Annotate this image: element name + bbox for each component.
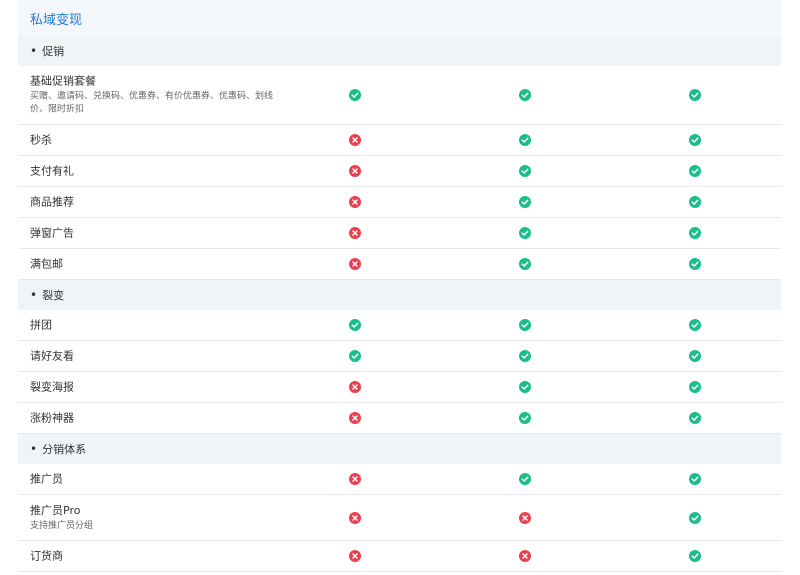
feature-row: 商品推荐 (18, 187, 781, 218)
check-icon (689, 196, 701, 208)
feature-label: 基础促销套餐买赠、邀请码、兑换码、优惠券、有价优惠券、优惠码、划线价、限时折扣 (30, 74, 275, 117)
cross-icon (349, 258, 361, 270)
panel-title-text: 私域变现 (30, 12, 83, 28)
check-icon (519, 227, 531, 239)
cross-icon (349, 196, 361, 208)
cross-icon (519, 511, 531, 524)
check-icon (519, 412, 531, 424)
feature-label: 弹窗广告 (30, 226, 275, 241)
check-icon (349, 350, 361, 362)
feature-label: 拼团 (30, 318, 275, 333)
cross-icon (519, 550, 531, 562)
feature-row: 涨粉神器 (18, 403, 781, 434)
section-header: • 分销体系 (18, 434, 781, 464)
cross-icon (349, 134, 361, 146)
feature-label: 涨粉神器 (30, 411, 275, 426)
check-icon (519, 258, 531, 270)
feature-label: 推广员 (30, 472, 275, 487)
feature-name: 满包邮 (30, 257, 63, 271)
feature-name: 涨粉神器 (30, 411, 74, 425)
check-icon (689, 165, 701, 177)
check-icon (689, 227, 701, 239)
check-icon (519, 381, 531, 393)
check-icon (689, 134, 701, 146)
feature-row: 裂变海报 (18, 372, 781, 403)
check-icon (689, 473, 701, 485)
feature-row: 支付有礼 (18, 156, 781, 187)
section-header: • 裂变 (18, 280, 781, 310)
feature-label: 裂变海报 (30, 380, 275, 395)
cross-icon (349, 165, 361, 177)
section-title: 促销 (42, 45, 65, 58)
check-icon (519, 196, 531, 208)
cross-icon (349, 511, 361, 524)
feature-name: 基础促销套餐 (30, 74, 96, 88)
check-icon (519, 350, 531, 362)
panel-title: 私域变现 (18, 0, 781, 36)
check-icon (689, 350, 701, 362)
check-icon (519, 165, 531, 177)
feature-description: 支持推广员分组 (30, 520, 94, 531)
feature-row: 订货商 (18, 541, 781, 572)
section-title: 分销体系 (42, 443, 87, 456)
feature-name: 弹窗广告 (30, 226, 74, 240)
feature-label: 请好友看 (30, 349, 275, 364)
feature-row: 基础促销套餐买赠、邀请码、兑换码、优惠券、有价优惠券、优惠码、划线价、限时折扣 (18, 66, 781, 125)
cross-icon (349, 550, 361, 562)
feature-label: 订货商 (30, 549, 275, 564)
check-icon (349, 89, 361, 101)
feature-name: 拼团 (30, 318, 52, 332)
feature-row: 请好友看 (18, 341, 781, 372)
feature-label: 满包邮 (30, 257, 275, 272)
feature-table: • 促销基础促销套餐买赠、邀请码、兑换码、优惠券、有价优惠券、优惠码、划线价、限时… (18, 36, 781, 572)
feature-name: 商品推荐 (30, 195, 74, 209)
section-title: 裂变 (42, 289, 65, 302)
feature-label: 支付有礼 (30, 164, 275, 179)
feature-name: 裂变海报 (30, 380, 74, 394)
feature-comparison-panel: 私域变现 • 促销基础促销套餐买赠、邀请码、兑换码、优惠券、有价优惠券、优惠码、划… (18, 0, 781, 575)
feature-name: 推广员Pro (30, 503, 81, 517)
section-header: • 促销 (18, 36, 781, 66)
check-icon (689, 89, 701, 101)
check-icon (519, 134, 531, 146)
feature-name: 秒杀 (30, 133, 52, 147)
feature-description: 买赠、邀请码、兑换码、优惠券、有价优惠券、优惠码、划线价、限时折扣 (30, 91, 274, 115)
feature-row: 推广员 (18, 464, 781, 495)
feature-name: 请好友看 (30, 349, 74, 363)
check-icon (519, 319, 531, 331)
feature-label: 推广员Pro 支持推广员分组 (30, 503, 275, 533)
feature-row: 满包邮 (18, 249, 781, 280)
feature-row: 推广员Pro 支持推广员分组 (18, 495, 781, 541)
check-icon (519, 473, 531, 485)
check-icon (349, 319, 361, 331)
feature-row: 秒杀 (18, 125, 781, 156)
feature-label: 秒杀 (30, 133, 275, 148)
bullet-icon: • (30, 44, 38, 58)
check-icon (689, 258, 701, 270)
check-icon (689, 319, 701, 331)
feature-label: 商品推荐 (30, 195, 275, 210)
check-icon (689, 511, 701, 524)
feature-name: 支付有礼 (30, 164, 74, 178)
cross-icon (349, 381, 361, 393)
check-icon (689, 381, 701, 393)
bullet-icon: • (30, 442, 38, 456)
bullet-icon: • (30, 288, 38, 302)
check-icon (689, 412, 701, 424)
check-icon (519, 89, 531, 101)
check-icon (689, 550, 701, 562)
cross-icon (349, 473, 361, 485)
cross-icon (349, 227, 361, 239)
feature-row: 拼团 (18, 310, 781, 341)
cross-icon (349, 412, 361, 424)
feature-row: 弹窗广告 (18, 218, 781, 249)
feature-name: 订货商 (30, 549, 63, 563)
feature-name: 推广员 (30, 472, 63, 486)
